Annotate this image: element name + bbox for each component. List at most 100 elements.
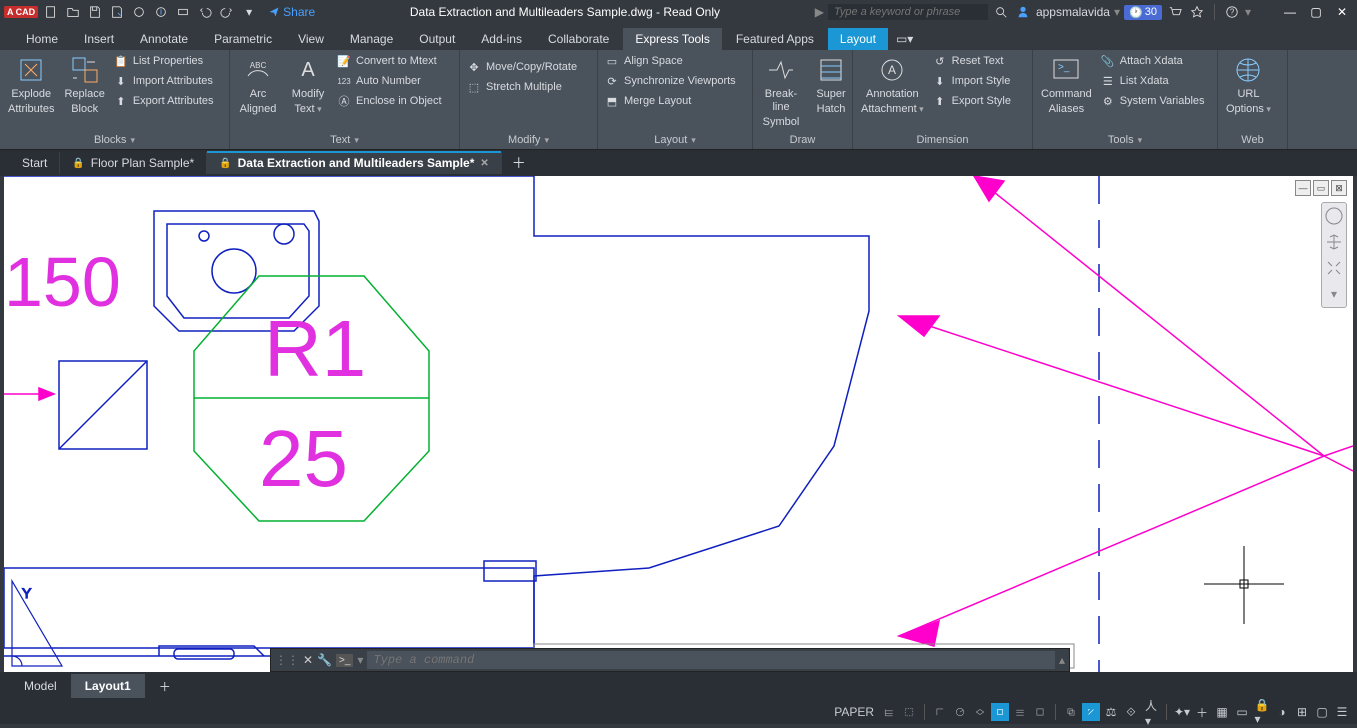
- pan-icon[interactable]: [1324, 232, 1344, 252]
- cmdline-handle-icon[interactable]: ⋮⋮: [275, 653, 299, 667]
- tab-insert[interactable]: Insert: [72, 28, 126, 50]
- panel-label-modify[interactable]: Modify: [464, 131, 593, 149]
- cmdline-close-icon[interactable]: ✕: [303, 653, 313, 667]
- import-attributes-button[interactable]: ⬇Import Attributes: [111, 72, 216, 90]
- minimize-button[interactable]: —: [1279, 3, 1301, 21]
- tab-layout[interactable]: Layout: [828, 28, 888, 50]
- customize-icon[interactable]: ☰: [1333, 703, 1351, 721]
- open-icon[interactable]: [64, 3, 82, 21]
- panel-label-blocks[interactable]: Blocks: [4, 131, 225, 149]
- app-store-icon[interactable]: [1188, 3, 1206, 21]
- model-tab[interactable]: Model: [10, 674, 71, 698]
- units-icon[interactable]: ▦: [1213, 703, 1231, 721]
- command-input[interactable]: [367, 651, 1055, 669]
- modify-text-button[interactable]: A Modify Text: [284, 52, 332, 118]
- filetab-floorplan[interactable]: 🔒 Floor Plan Sample*: [60, 152, 207, 174]
- tab-annotate[interactable]: Annotate: [128, 28, 200, 50]
- trial-badge[interactable]: 🕐 30: [1124, 5, 1162, 20]
- list-xdata-button[interactable]: ☰List Xdata: [1098, 72, 1207, 90]
- web-save-icon[interactable]: [152, 3, 170, 21]
- share-button[interactable]: Share: [268, 5, 315, 19]
- selection-cycling-icon[interactable]: [1062, 703, 1080, 721]
- add-layout-button[interactable]: ＋: [145, 673, 185, 700]
- arc-aligned-button[interactable]: ABC Arc Aligned: [234, 52, 282, 118]
- scale-list-icon[interactable]: 人▾: [1142, 703, 1160, 721]
- filetab-start[interactable]: Start: [10, 152, 60, 174]
- zoom-extents-icon[interactable]: [1324, 258, 1344, 278]
- move-copy-rotate-button[interactable]: ✥Move/Copy/Rotate: [464, 58, 579, 76]
- layout1-tab[interactable]: Layout1: [71, 674, 145, 698]
- clean-screen-icon[interactable]: ▢: [1313, 703, 1331, 721]
- ortho-icon[interactable]: [931, 703, 949, 721]
- quick-props-icon[interactable]: ▭: [1233, 703, 1251, 721]
- hardware-accel-icon[interactable]: ⊞: [1293, 703, 1311, 721]
- cmdline-expand-icon[interactable]: ▴: [1059, 653, 1065, 667]
- maximize-button[interactable]: ▢: [1305, 3, 1327, 21]
- drawing-canvas[interactable]: Y 150 R1 25 — ▭ ⊠: [4, 176, 1353, 672]
- close-button[interactable]: ✕: [1331, 3, 1353, 21]
- tab-addins[interactable]: Add-ins: [469, 28, 534, 50]
- lineweight-icon[interactable]: [1011, 703, 1029, 721]
- isolate-icon[interactable]: ◑: [1273, 703, 1291, 721]
- vp-min-icon[interactable]: —: [1295, 180, 1311, 196]
- lock-ui-icon[interactable]: 🔒▾: [1253, 703, 1271, 721]
- panel-label-text[interactable]: Text: [234, 131, 455, 149]
- auto-number-button[interactable]: 123Auto Number: [334, 72, 444, 90]
- new-icon[interactable]: [42, 3, 60, 21]
- tab-overflow-icon[interactable]: ▭▾: [890, 28, 919, 50]
- tab-home[interactable]: Home: [14, 28, 70, 50]
- search-input[interactable]: [828, 4, 988, 20]
- paper-toggle[interactable]: PAPER: [830, 703, 878, 721]
- export-style-button[interactable]: ⬆Export Style: [930, 92, 1013, 110]
- tab-collaborate[interactable]: Collaborate: [536, 28, 621, 50]
- align-space-button[interactable]: ▭Align Space: [602, 52, 738, 70]
- isodraft-icon[interactable]: [971, 703, 989, 721]
- redo-icon[interactable]: [218, 3, 236, 21]
- cart-icon[interactable]: [1166, 3, 1184, 21]
- import-style-button[interactable]: ⬇Import Style: [930, 72, 1013, 90]
- sync-viewports-button[interactable]: ⟳Synchronize Viewports: [602, 72, 738, 90]
- username[interactable]: appsmalavida: [1036, 5, 1110, 19]
- attach-xdata-button[interactable]: 📎Attach Xdata: [1098, 52, 1207, 70]
- nav-wheel-icon[interactable]: [1324, 206, 1344, 226]
- reset-text-button[interactable]: ↺Reset Text: [930, 52, 1013, 70]
- export-attributes-button[interactable]: ⬆Export Attributes: [111, 92, 216, 110]
- grid-icon[interactable]: [880, 703, 898, 721]
- annotation-monitor-icon[interactable]: ＋: [1193, 703, 1211, 721]
- saveas-icon[interactable]: [108, 3, 126, 21]
- anno-visibility-icon[interactable]: ⚖: [1102, 703, 1120, 721]
- web-open-icon[interactable]: [130, 3, 148, 21]
- help-icon[interactable]: ?: [1223, 3, 1241, 21]
- nav-more-icon[interactable]: ▾: [1324, 284, 1344, 304]
- tab-view[interactable]: View: [286, 28, 336, 50]
- transparency-icon[interactable]: [1031, 703, 1049, 721]
- system-variables-button[interactable]: ⚙System Variables: [1098, 92, 1207, 110]
- user-icon[interactable]: [1014, 3, 1032, 21]
- panel-label-tools[interactable]: Tools: [1037, 131, 1213, 149]
- super-hatch-button[interactable]: Super Hatch: [807, 52, 855, 118]
- tab-featured-apps[interactable]: Featured Apps: [724, 28, 826, 50]
- snap-icon[interactable]: [900, 703, 918, 721]
- save-icon[interactable]: [86, 3, 104, 21]
- add-tab-button[interactable]: ＋: [502, 149, 536, 177]
- workspace-icon[interactable]: ✦▾: [1173, 703, 1191, 721]
- url-options-button[interactable]: URL Options: [1222, 52, 1275, 118]
- convert-mtext-button[interactable]: 📝Convert to Mtext: [334, 52, 444, 70]
- list-properties-button[interactable]: 📋List Properties: [111, 52, 216, 70]
- enclose-object-button[interactable]: ⒶEnclose in Object: [334, 92, 444, 110]
- command-aliases-button[interactable]: >_ Command Aliases: [1037, 52, 1096, 118]
- close-tab-icon[interactable]: ✕: [480, 158, 488, 169]
- tab-output[interactable]: Output: [407, 28, 467, 50]
- auto-scale-icon[interactable]: ⟐: [1122, 703, 1140, 721]
- panel-label-layout[interactable]: Layout: [602, 131, 748, 149]
- replace-block-button[interactable]: Replace Block: [60, 52, 108, 118]
- osnap-icon[interactable]: [991, 703, 1009, 721]
- annotation-scale-icon[interactable]: [1082, 703, 1100, 721]
- stretch-multiple-button[interactable]: ⬚Stretch Multiple: [464, 78, 579, 96]
- tab-manage[interactable]: Manage: [338, 28, 405, 50]
- breakline-button[interactable]: Break-line Symbol: [757, 52, 805, 131]
- tab-parametric[interactable]: Parametric: [202, 28, 284, 50]
- search-icon[interactable]: [992, 3, 1010, 21]
- filetab-active[interactable]: 🔒 Data Extraction and Multileaders Sampl…: [207, 152, 502, 174]
- cmdline-config-icon[interactable]: 🔧: [317, 653, 332, 667]
